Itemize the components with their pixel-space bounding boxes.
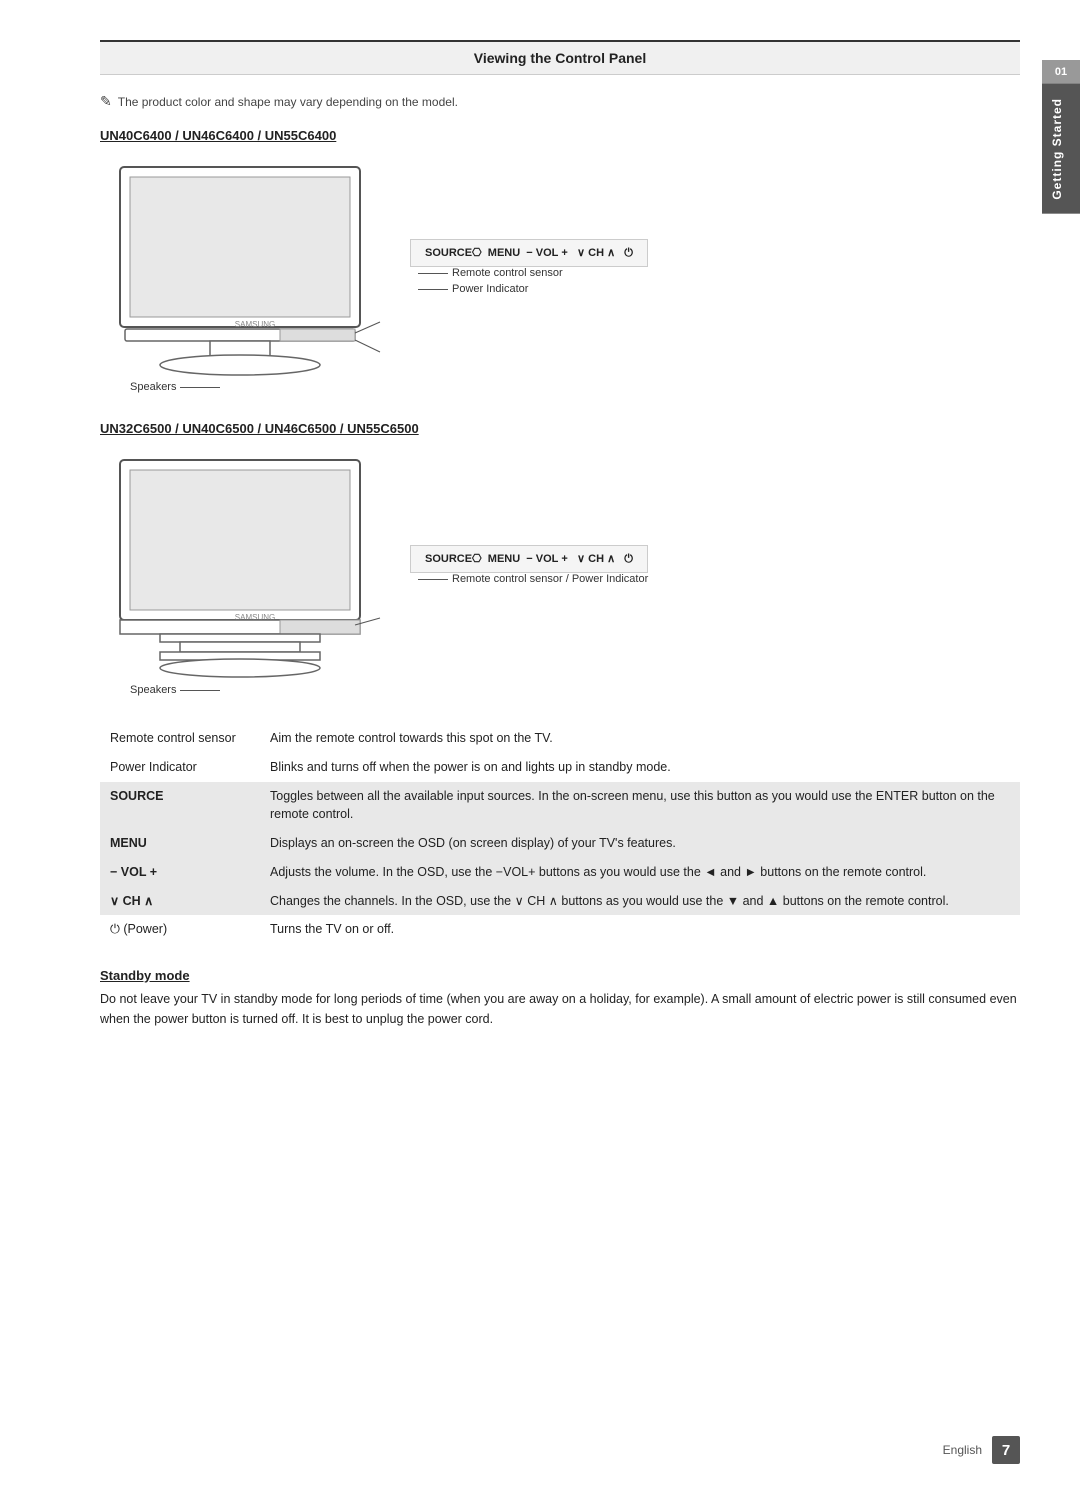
tv-diagram-2: SAMSUNG SOURCE⎔ MENU − V [100,450,1020,696]
footer-lang: English [943,1443,982,1457]
power-indicator-label-1: Power Indicator [418,283,648,295]
svg-text:SAMSUNG: SAMSUNG [235,320,275,329]
table-description: Aim the remote control towards this spot… [260,724,1020,753]
footer-page: 7 [992,1436,1020,1464]
table-description: Blinks and turns off when the power is o… [260,753,1020,782]
right-labels-2: Remote control sensor / Power Indicator [418,573,648,585]
table-label: − VOL + [100,858,260,887]
section1-heading: UN40C6400 / UN46C6400 / UN55C6400 [100,128,1020,143]
side-tab: 01 Getting Started [1042,60,1080,214]
table-description: Displays an on-screen the OSD (on screen… [260,829,1020,858]
standby-text: Do not leave your TV in standby mode for… [100,989,1020,1029]
tv-and-controls-2: SAMSUNG SOURCE⎔ MENU − V [100,450,648,680]
table-description: Changes the channels. In the OSD, use th… [260,887,1020,916]
note-icon: ✎ [100,93,112,110]
table-description: Adjusts the volume. In the OSD, use the … [260,858,1020,887]
tv-diagram-1: SAMSUNG SOURCE⎔ MENU − VOL [100,157,1020,393]
table-row: SOURCEToggles between all the available … [100,782,1020,830]
table-row: − VOL +Adjusts the volume. In the OSD, u… [100,858,1020,887]
table-label: MENU [100,829,260,858]
note-text: The product color and shape may vary dep… [118,95,458,109]
side-tab-number: 01 [1042,60,1080,84]
table-description: Turns the TV on or off. [260,915,1020,944]
table-row: MENUDisplays an on-screen the OSD (on sc… [100,829,1020,858]
tv-and-controls-1: SAMSUNG SOURCE⎔ MENU − VOL [100,157,648,377]
note-line: ✎ The product color and shape may vary d… [100,93,1020,110]
description-table: Remote control sensorAim the remote cont… [100,724,1020,944]
standby-heading: Standby mode [100,968,1020,983]
remote-power-label-2: Remote control sensor / Power Indicator [418,573,648,585]
side-tab-text: Getting Started [1042,84,1080,214]
control-bar-1: SOURCE⎔ MENU − VOL + ∨ CH ∧ ⏻ [410,239,648,267]
speakers-label-2: Speakers [130,684,220,696]
table-row: Power IndicatorBlinks and turns off when… [100,753,1020,782]
table-row: ∨ CH ∧Changes the channels. In the OSD, … [100,887,1020,916]
tv-svg-1: SAMSUNG [100,157,400,377]
controls-group-2: SOURCE⎔ MENU − VOL + ∨ CH ∧ ⏻ Remote con… [410,545,648,585]
table-label: ⏻ (Power) [100,915,260,944]
standby-section: Standby mode Do not leave your TV in sta… [100,968,1020,1029]
table-description: Toggles between all the available input … [260,782,1020,830]
section2-heading: UN32C6500 / UN40C6500 / UN46C6500 / UN55… [100,421,1020,436]
table-row: ⏻ (Power)Turns the TV on or off. [100,915,1020,944]
control-bar-2: SOURCE⎔ MENU − VOL + ∨ CH ∧ ⏻ [410,545,648,573]
speakers-label-1: Speakers [130,381,220,393]
table-label: Remote control sensor [100,724,260,753]
table-label: ∨ CH ∧ [100,887,260,916]
tv-svg-2: SAMSUNG [100,450,400,680]
table-row: Remote control sensorAim the remote cont… [100,724,1020,753]
tv-diagram-2-wrapper: SAMSUNG SOURCE⎔ MENU − V [100,450,648,696]
table-label: Power Indicator [100,753,260,782]
page-title: Viewing the Control Panel [100,40,1020,75]
controls-group-1: SOURCE⎔ MENU − VOL + ∨ CH ∧ ⏻ Remote con… [410,239,648,295]
footer: English 7 [943,1436,1020,1464]
tv-diagram-1-wrapper: SAMSUNG SOURCE⎔ MENU − VOL [100,157,648,393]
table-label: SOURCE [100,782,260,830]
remote-sensor-label-1: Remote control sensor [418,267,648,279]
right-labels-1: Remote control sensor Power Indicator [418,267,648,295]
